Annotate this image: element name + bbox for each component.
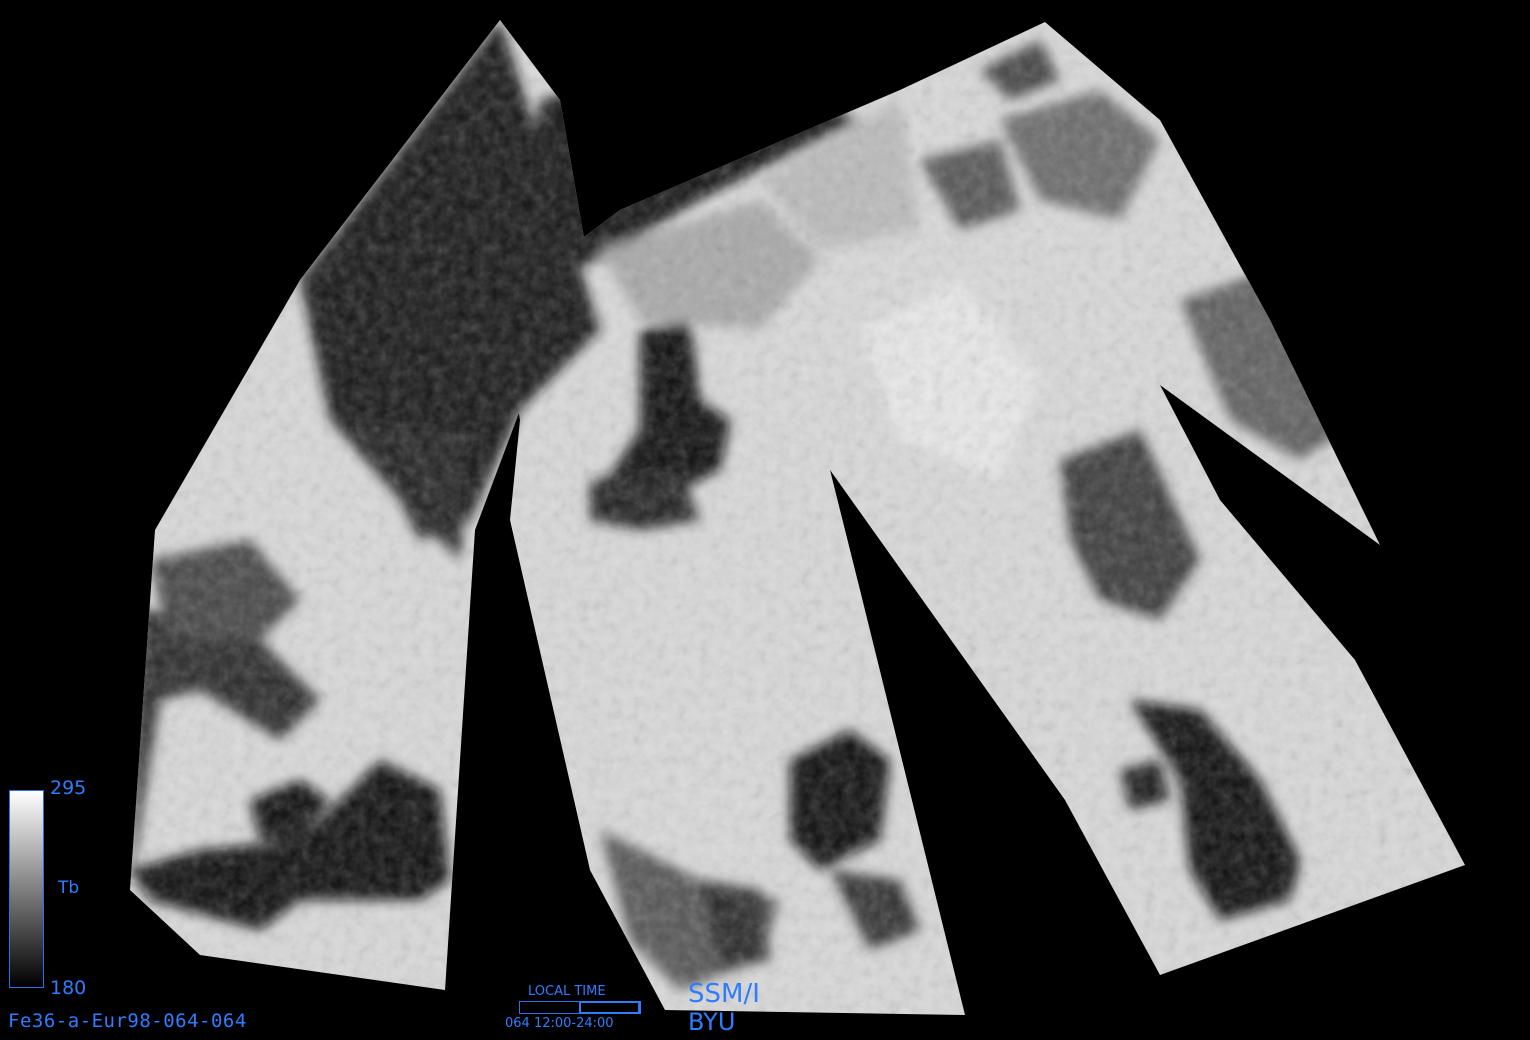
colorbar-variable-label: Tb — [58, 878, 80, 898]
colorbar-max-label: 295 — [50, 777, 87, 799]
swath-group — [130, 20, 1465, 1015]
local-time-bar-active — [579, 1001, 641, 1014]
local-time-title: LOCAL TIME — [528, 984, 606, 999]
image-id-label: Fe36-a-Eur98-064-064 — [8, 1010, 247, 1032]
sensor-label: SSM/I — [688, 979, 760, 1009]
texture — [130, 20, 1465, 1015]
organization-label: BYU — [688, 1008, 736, 1036]
colorbar — [9, 790, 44, 988]
local-time-caption: 064 12:00-24:00 — [505, 1016, 614, 1031]
brightness-temperature-map — [130, 20, 1465, 1015]
colorbar-min-label: 180 — [50, 977, 87, 999]
